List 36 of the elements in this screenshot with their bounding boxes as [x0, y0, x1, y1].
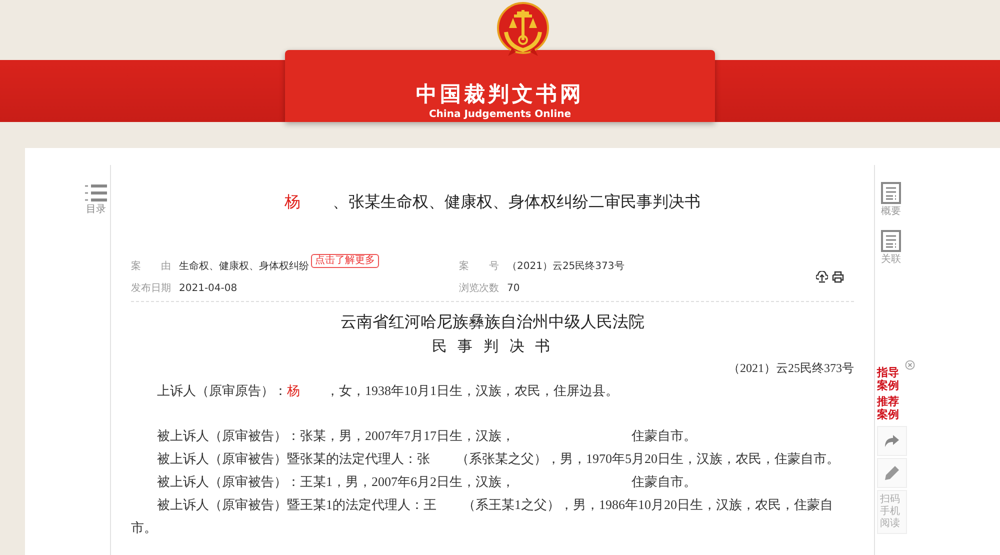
close-icon[interactable]: [905, 360, 915, 370]
party-paragraph: 被上诉人（原审被告）：王某1，男，2007年6月2日生，汉族， 住蒙自市。: [156, 473, 698, 491]
meta-value: 2021-04-08: [179, 282, 238, 294]
learn-more-badge[interactable]: 点击了解更多: [311, 254, 379, 268]
document-type: 民 事 判 决 书: [430, 337, 554, 356]
party-paragraph: 上诉人（原审原告）：杨 ，女，1938年10月1日生，汉族，农民，住屏边县。: [156, 382, 620, 400]
meta-label: 发布日期: [131, 282, 171, 295]
party-paragraph: 被上诉人（原审被告）：张某，男，2007年7月17日生，汉族， 住蒙自市。: [156, 427, 698, 445]
party-paragraph: 被上诉人（原审被告）暨王某1的法定代理人：王 （系王某1之父），男，1986年10月20日生，汉族，农民，住蒙自市。: [131, 496, 834, 537]
site-subtitle: China Judgements Online: [428, 109, 572, 120]
numbered-list-icon[interactable]: [85, 184, 107, 202]
scan-to-read-button[interactable]: 扫码手机阅读: [877, 490, 907, 534]
court-name: 云南省红河哈尼族彝族自治州中级人民法院: [340, 312, 646, 333]
meta-label: 案 由: [131, 260, 171, 273]
site-title: 中国裁判文书网: [416, 81, 584, 108]
print-icon[interactable]: [832, 271, 844, 283]
party-paragraph: 被上诉人（原审被告）暨张某的法定代理人：张 （系张某之父），男，1970年5月20日生，汉族，农民，住蒙自市。: [156, 450, 840, 468]
pencil-icon: [884, 465, 900, 481]
recommend-link[interactable]: 推荐案例: [877, 395, 901, 421]
recommend-link[interactable]: 指导案例: [877, 366, 901, 392]
meta-label: 浏览次数: [459, 282, 499, 295]
document-icon[interactable]: [881, 230, 901, 252]
meta-label: 案 号: [459, 260, 499, 273]
case-number: （2021）云25民终373号: [727, 360, 854, 377]
meta-value: （2021）云25民终373号: [507, 260, 624, 273]
document-title: 杨 、张某生命权、健康权、身体权纠纷二审民事判决书: [284, 192, 702, 213]
toc-label[interactable]: 目录: [86, 202, 106, 216]
download-icon[interactable]: [816, 271, 828, 283]
document-icon[interactable]: [881, 182, 901, 204]
edit-button[interactable]: [877, 458, 907, 488]
meta-value: 生命权、健康权、身体权纠纷: [179, 260, 309, 273]
side-tool-label[interactable]: 概要: [881, 204, 901, 218]
meta-value: 70: [507, 282, 520, 294]
share-button[interactable]: [877, 426, 907, 456]
side-tool-label[interactable]: 关联: [881, 252, 901, 266]
share-icon: [885, 435, 899, 447]
